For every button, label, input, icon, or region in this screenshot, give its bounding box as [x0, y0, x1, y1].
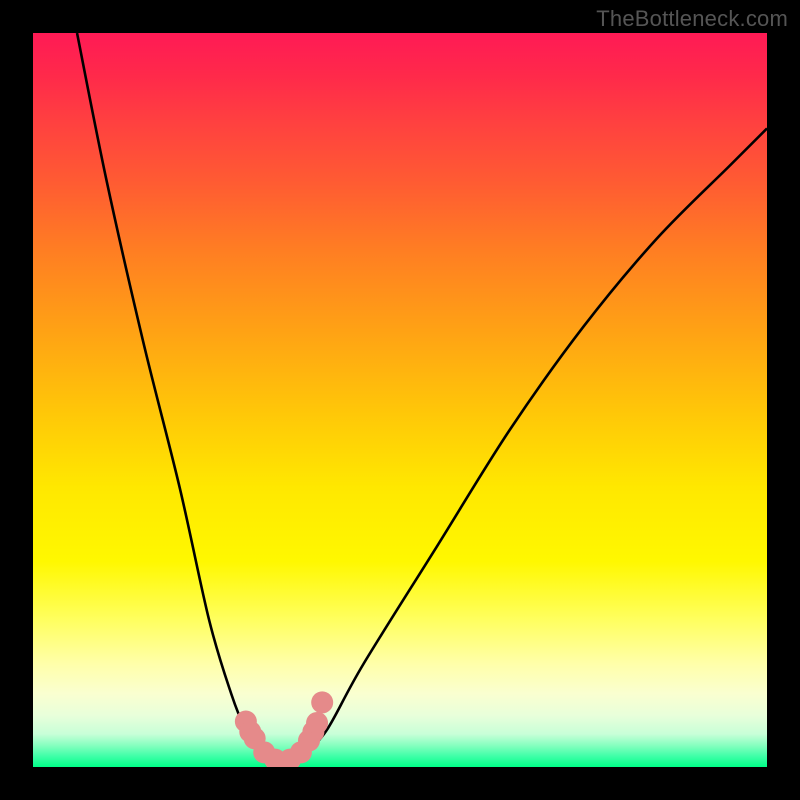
bottleneck-curve-line [77, 33, 767, 765]
data-marker [306, 712, 328, 734]
data-marker [311, 691, 333, 713]
marker-group [235, 691, 333, 767]
chart-plot-area [33, 33, 767, 767]
watermark-text: TheBottleneck.com [596, 6, 788, 32]
chart-svg [33, 33, 767, 767]
